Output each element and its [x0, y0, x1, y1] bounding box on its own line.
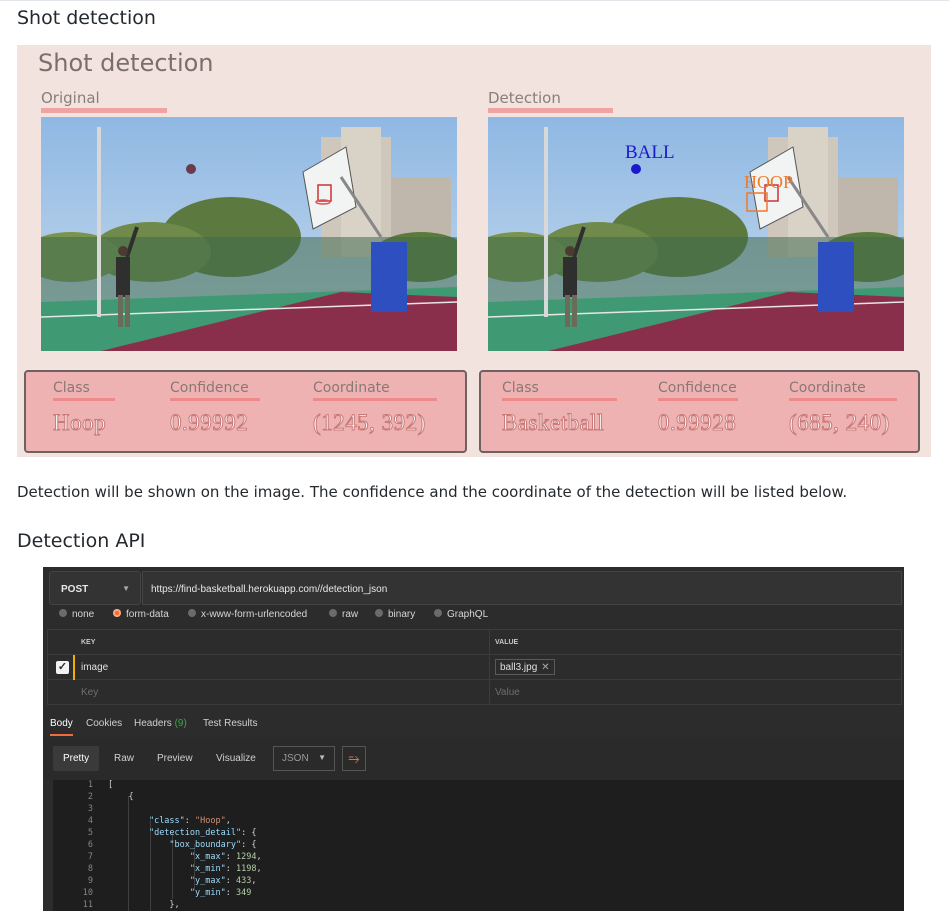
radio-icon: [375, 609, 383, 617]
hoop-result-box: Class Confidence Coordinate Hoop 0.99992…: [24, 370, 467, 453]
original-photo: [41, 117, 457, 351]
code-line: 9 "y_max": 433,: [87, 876, 257, 886]
value-input[interactable]: Value: [495, 687, 520, 698]
detection-description: Detection will be shown on the image. Th…: [17, 483, 848, 501]
body-option-form-data[interactable]: form-data: [113, 609, 169, 620]
confidence-header: Confidence: [658, 380, 738, 401]
body-option-none[interactable]: none: [59, 609, 94, 620]
radio-icon: [59, 609, 67, 617]
detection-photo: BALL HOOP: [488, 117, 904, 351]
tab-cookies[interactable]: Cookies: [86, 718, 122, 729]
table-row-empty: Key Value: [48, 680, 901, 705]
radio-icon: [329, 609, 337, 617]
format-select[interactable]: JSON ▼: [273, 746, 335, 771]
body-option-raw[interactable]: raw: [329, 609, 358, 620]
key-input[interactable]: Key: [81, 687, 98, 698]
original-label: Original: [41, 89, 167, 113]
tab-test-results[interactable]: Test Results: [203, 718, 257, 729]
code-line: 8 "x_min": 1198,: [87, 864, 262, 874]
confidence-value: 0.99928: [657, 410, 737, 436]
key-cell[interactable]: image: [81, 662, 108, 673]
table-header-row: KEY VALUE: [48, 630, 901, 655]
code-line: 1[: [87, 780, 114, 790]
top-divider: [0, 0, 949, 1]
ball-detection-label: BALL: [625, 142, 675, 163]
hoop-detection-label: HOOP: [744, 172, 793, 192]
response-toolbar: Pretty Raw Preview Visualize JSON ▼ ⥱: [43, 737, 904, 780]
coordinate-header: Coordinate: [313, 380, 437, 401]
code-line: 4 "class": "Hoop",: [87, 816, 231, 826]
coordinate-value: (1245, 392): [313, 410, 426, 436]
value-column-header: VALUE: [495, 639, 519, 646]
radio-icon: [188, 609, 196, 617]
shot-detection-slide: Shot detection Original Detection BALL H…: [17, 45, 931, 457]
wrap-lines-icon[interactable]: ⥱: [342, 746, 366, 771]
file-chip[interactable]: ball3.jpg ✕: [495, 659, 555, 675]
chevron-down-icon: ▼: [122, 584, 130, 593]
close-icon[interactable]: ✕: [541, 662, 549, 673]
confidence-header: Confidence: [170, 380, 260, 401]
class-value: Basketball: [501, 410, 605, 436]
tab-headers[interactable]: Headers (9): [134, 718, 187, 729]
body-option-urlencoded[interactable]: x-www-form-urlencoded: [188, 609, 307, 620]
detection-label: Detection: [488, 89, 613, 113]
response-tabs: Body Cookies Headers (9) Test Results: [43, 715, 904, 737]
coordinate-header: Coordinate: [789, 380, 897, 401]
radio-icon: [434, 609, 442, 617]
request-bar: POST ▼ https://find-basketball.herokuapp…: [43, 567, 904, 609]
raw-button[interactable]: Raw: [104, 746, 144, 771]
class-header: Class: [53, 380, 115, 401]
chevron-down-icon: ▼: [318, 753, 326, 762]
method-select[interactable]: POST ▼: [49, 571, 141, 605]
tab-body[interactable]: Body: [50, 718, 73, 736]
radio-selected-icon: [113, 609, 121, 617]
checkbox-checked-icon[interactable]: ✓: [56, 661, 69, 674]
url-input[interactable]: https://find-basketball.herokuapp.com//d…: [142, 571, 902, 605]
code-line: 5 "detection_detail": {: [87, 828, 257, 838]
code-line: 10 "y_min": 349: [82, 888, 252, 898]
preview-button[interactable]: Preview: [147, 746, 203, 771]
ball-detection-marker: [631, 164, 641, 174]
table-row: ✓ image ball3.jpg ✕: [48, 655, 901, 680]
visualize-button[interactable]: Visualize: [206, 746, 266, 771]
section-heading-shot-detection: Shot detection: [17, 7, 156, 29]
code-line: 7 "x_max": 1294,: [87, 852, 262, 862]
class-header: Class: [502, 380, 617, 401]
code-line: 6 "box_boundary": {: [87, 840, 257, 850]
section-heading-detection-api: Detection API: [17, 530, 146, 552]
key-column-header: KEY: [81, 639, 96, 646]
body-option-graphql[interactable]: GraphQL: [434, 609, 488, 620]
body-option-binary[interactable]: binary: [375, 609, 415, 620]
basketball-result-box: Class Confidence Coordinate Basketball 0…: [479, 370, 920, 453]
code-line: 3: [87, 804, 93, 814]
postman-screenshot: POST ▼ https://find-basketball.herokuapp…: [43, 567, 904, 911]
slide-title: Shot detection: [38, 49, 214, 77]
form-data-table: KEY VALUE ✓ image ball3.jpg ✕ Key Value: [47, 629, 902, 705]
confidence-value: 0.99992: [169, 410, 249, 436]
coordinate-value: (685, 240): [789, 410, 890, 436]
class-value: Hoop: [52, 410, 107, 436]
code-line: 11 },: [82, 900, 180, 910]
pretty-button[interactable]: Pretty: [53, 746, 100, 771]
response-code-editor[interactable]: 1[ 2 { 3 4 "class": "Hoop", 5 "detection…: [53, 780, 904, 911]
code-line: 2 {: [87, 792, 134, 802]
body-type-options: none form-data x-www-form-urlencoded raw…: [43, 609, 904, 623]
